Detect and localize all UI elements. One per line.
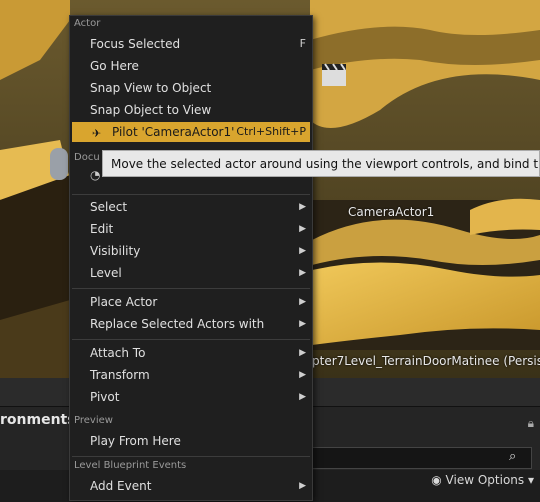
menu-separator	[72, 456, 310, 457]
submenu-arrow-icon: ▶	[299, 268, 306, 278]
menu-item-replace-actors[interactable]: Replace Selected Actors with ▶	[72, 314, 310, 334]
submenu-arrow-icon: ▶	[299, 370, 306, 380]
menu-item-label: Replace Selected Actors with	[90, 317, 265, 331]
menu-item-shortcut: F	[299, 37, 306, 50]
menu-item-pivot[interactable]: Pivot ▶	[72, 387, 310, 407]
chevron-down-icon: ▾	[527, 473, 534, 487]
menu-item-pilot[interactable]: ✈ Pilot 'CameraActor1' Ctrl+Shift+P	[72, 122, 310, 142]
menu-separator	[72, 339, 310, 340]
submenu-arrow-icon: ▶	[299, 202, 306, 212]
menu-item-label: Transform	[90, 368, 150, 382]
panel-title: ronments	[0, 412, 76, 428]
menu-item-shortcut: Ctrl+Shift+P	[236, 125, 306, 138]
menu-item-edit[interactable]: Edit ▶	[72, 219, 310, 239]
menu-separator	[72, 288, 310, 289]
menu-item-label: Snap View to Object	[90, 81, 212, 95]
menu-item-visibility[interactable]: Visibility ▶	[72, 241, 310, 261]
menu-item-label: Pilot 'CameraActor1'	[112, 125, 235, 139]
document-icon[interactable]: ◔	[90, 168, 100, 182]
search-icon[interactable]: ⌕	[509, 449, 516, 464]
view-options-label: View Options	[445, 473, 525, 487]
search-input[interactable]	[310, 447, 532, 469]
menu-item-label: Place Actor	[90, 295, 158, 309]
section-blueprint: Level Blueprint Events	[74, 460, 187, 471]
pilot-icon: ✈	[92, 127, 102, 140]
menu-item-attach-to[interactable]: Attach To ▶	[72, 343, 310, 363]
menu-item-label: Add Event	[90, 479, 152, 493]
lock-icon[interactable]: 🔒︎	[528, 416, 534, 431]
menu-separator	[72, 194, 310, 195]
camera-preview-label: CameraActor1	[348, 205, 435, 219]
menu-item-focus-selected[interactable]: Focus Selected F	[72, 34, 310, 54]
section-actor: Actor	[74, 18, 101, 29]
menu-item-label: Snap Object to View	[90, 103, 212, 117]
submenu-arrow-icon: ▶	[299, 246, 306, 256]
level-name-label: pter7Level_TerrainDoorMatinee (Persisten…	[312, 354, 540, 368]
pilot-tooltip: Move the selected actor around using the…	[102, 150, 540, 177]
menu-item-go-here[interactable]: Go Here	[72, 56, 310, 76]
menu-item-label: Focus Selected	[90, 37, 181, 51]
submenu-arrow-icon: ▶	[299, 481, 306, 491]
menu-item-label: Edit	[90, 222, 114, 236]
menu-item-snap-view[interactable]: Snap View to Object	[72, 78, 310, 98]
menu-item-select[interactable]: Select ▶	[72, 197, 310, 217]
menu-item-transform[interactable]: Transform ▶	[72, 365, 310, 385]
menu-item-snap-object[interactable]: Snap Object to View	[72, 100, 310, 120]
eye-icon: ◉	[431, 473, 442, 487]
menu-item-label: Pivot	[90, 390, 120, 404]
context-menu: Actor Focus Selected F Go Here Snap View…	[69, 15, 313, 501]
section-document: Docu	[74, 152, 100, 163]
menu-item-label: Go Here	[90, 59, 139, 73]
submenu-arrow-icon: ▶	[299, 224, 306, 234]
submenu-arrow-icon: ▶	[299, 319, 306, 329]
menu-item-place-actor[interactable]: Place Actor ▶	[72, 292, 310, 312]
menu-item-label: Visibility	[90, 244, 141, 258]
menu-item-level[interactable]: Level ▶	[72, 263, 310, 283]
menu-item-add-event[interactable]: Add Event ▶	[72, 476, 310, 496]
section-preview: Preview	[74, 415, 113, 426]
menu-item-label: Level	[90, 266, 122, 280]
menu-item-play-from-here[interactable]: Play From Here	[72, 431, 310, 451]
menu-item-label: Play From Here	[90, 434, 181, 448]
menu-item-label: Select	[90, 200, 128, 214]
submenu-arrow-icon: ▶	[299, 297, 306, 307]
submenu-arrow-icon: ▶	[299, 348, 306, 358]
submenu-arrow-icon: ▶	[299, 392, 306, 402]
menu-item-label: Attach To	[90, 346, 146, 360]
view-options-button[interactable]: ◉ View Options ▾	[431, 473, 534, 487]
